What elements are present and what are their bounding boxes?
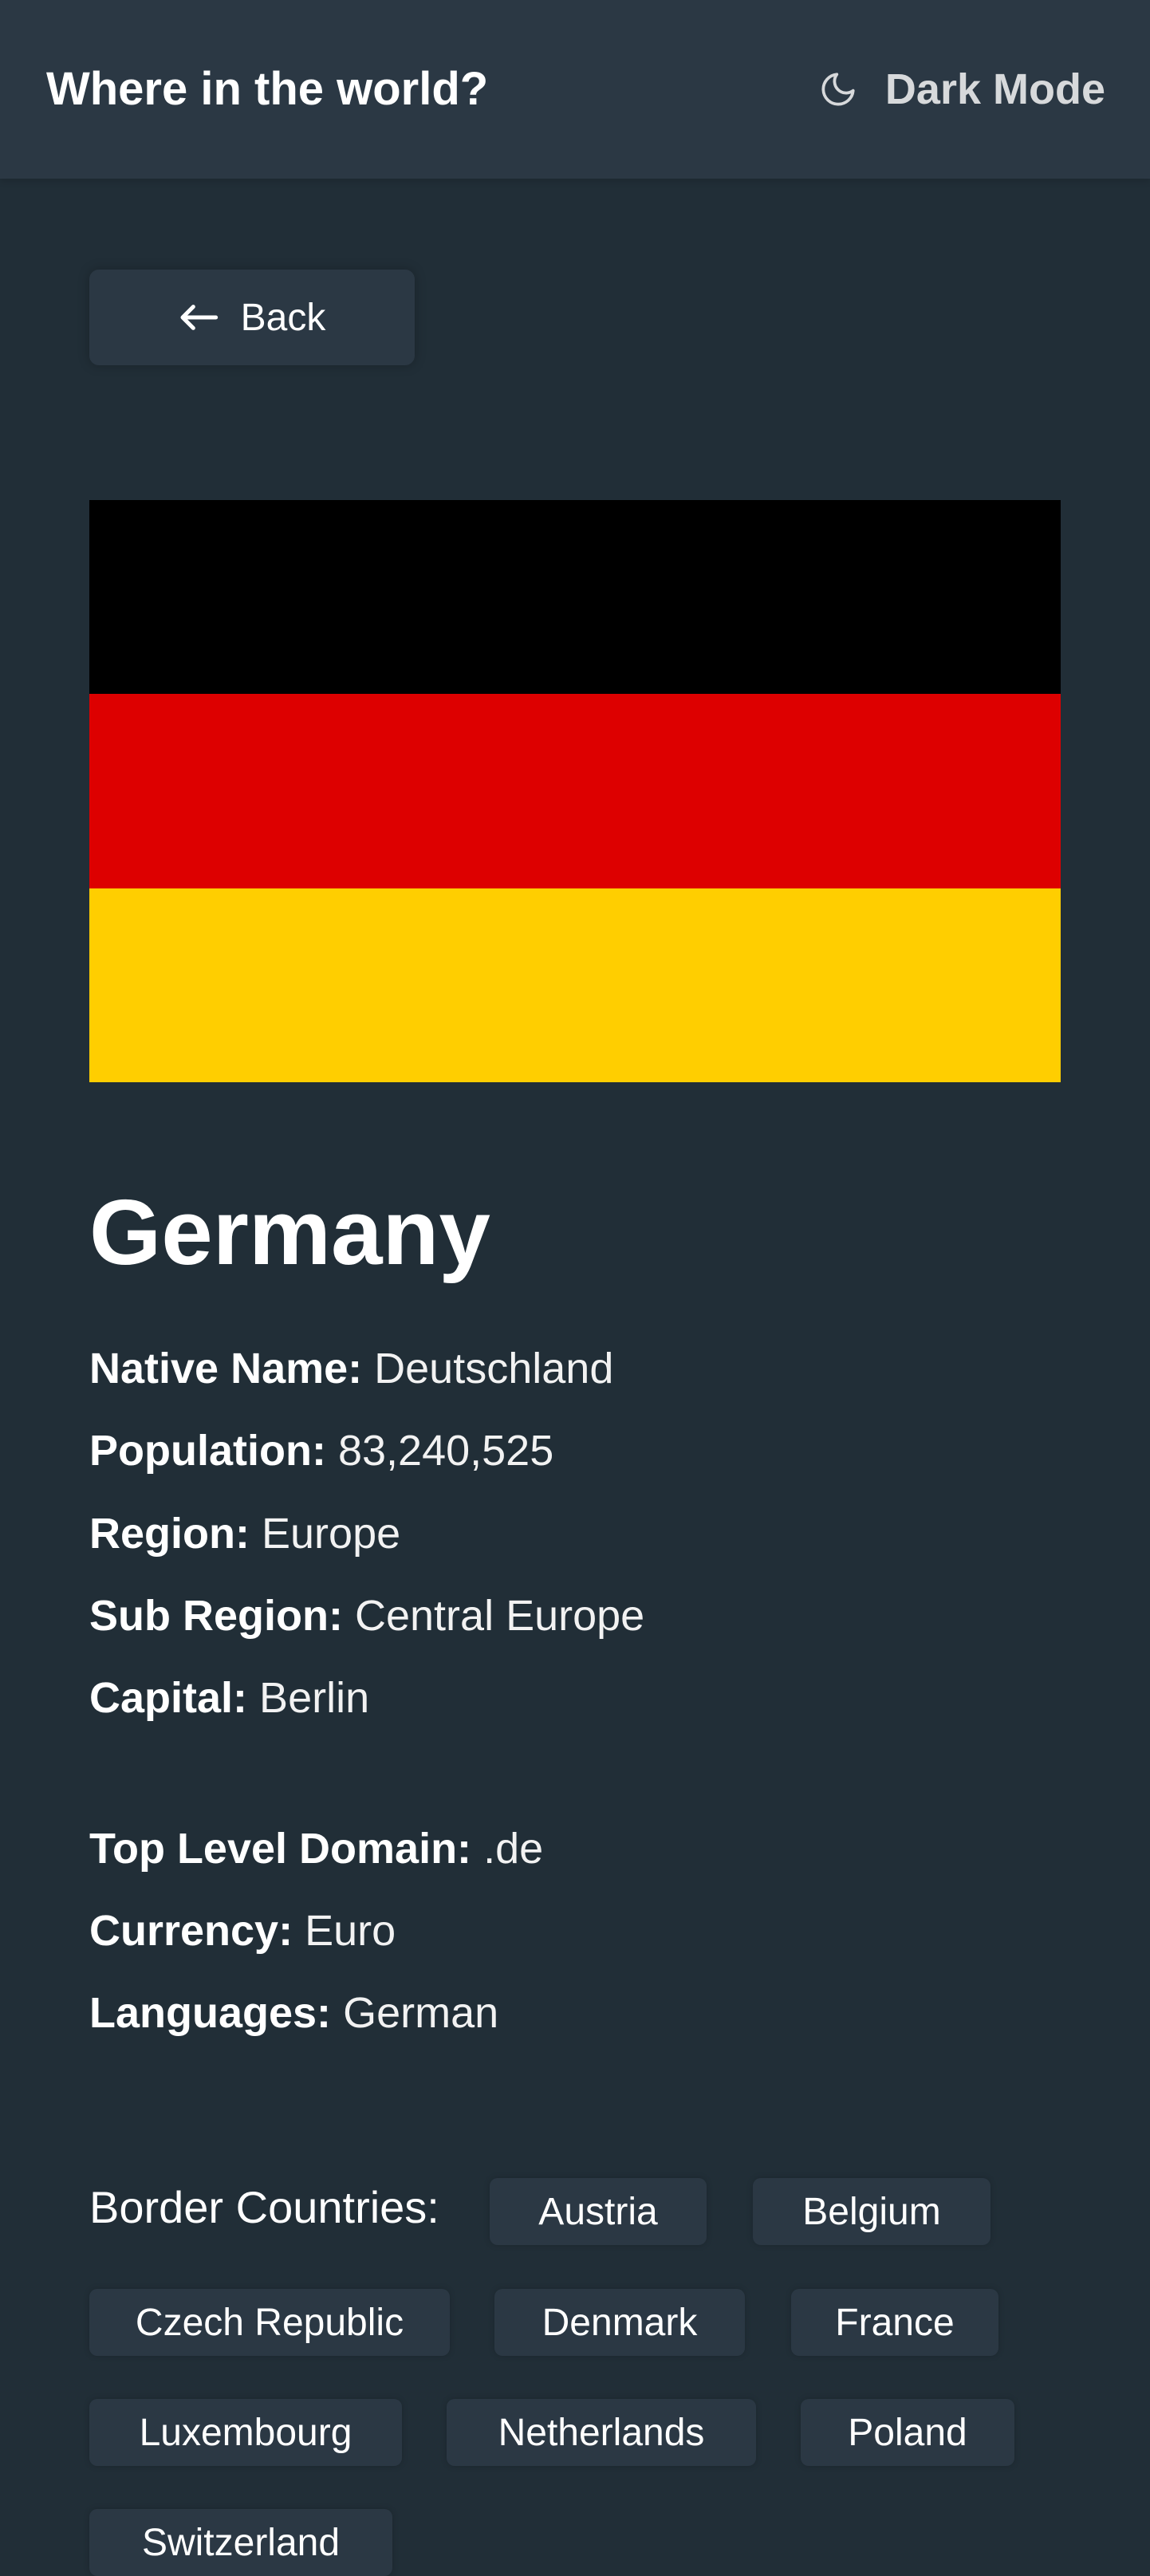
border-country-chip[interactable]: France — [791, 2289, 998, 2356]
border-country-chip[interactable]: Denmark — [494, 2289, 745, 2356]
capital-label: Capital: — [89, 1674, 248, 1722]
native-name-label: Native Name: — [89, 1345, 363, 1392]
border-country-chip[interactable]: Netherlands — [447, 2399, 756, 2466]
border-country-chip[interactable]: Luxembourg — [89, 2399, 402, 2466]
native-name-line: Native Name: Deutschland — [89, 1337, 613, 1400]
back-button-label: Back — [240, 296, 326, 339]
flag-stripe-black — [89, 500, 1061, 695]
country-flag — [89, 500, 1061, 1082]
currency-line: Currency: Euro — [89, 1899, 396, 1963]
top-level-domain-line: Top Level Domain: .de — [89, 1817, 543, 1881]
population-value: 83,240,525 — [337, 1427, 554, 1475]
dark-mode-label: Dark Mode — [884, 65, 1105, 113]
border-country-chip[interactable]: Czech Republic — [89, 2289, 450, 2356]
arrow-left-icon — [180, 305, 218, 330]
flag-stripe-gold — [89, 888, 1061, 1082]
top-level-domain-label: Top Level Domain: — [89, 1825, 472, 1873]
border-countries-label: Border Countries: — [89, 2182, 439, 2232]
region-value: Europe — [262, 1510, 401, 1558]
currency-label: Currency: — [89, 1907, 293, 1955]
currency-value: Euro — [305, 1907, 396, 1955]
site-title: Where in the world? — [46, 63, 489, 115]
flag-stripe-red — [89, 694, 1061, 888]
border-country-chip[interactable]: Switzerland — [89, 2509, 392, 2576]
moon-icon — [821, 73, 855, 106]
country-name: Germany — [89, 1180, 490, 1284]
sub-region-line: Sub Region: Central Europe — [89, 1584, 644, 1648]
native-name-value: Deutschland — [374, 1345, 614, 1392]
header: Where in the world? Dark Mode — [0, 0, 1150, 179]
back-button[interactable]: Back — [89, 270, 415, 365]
population-line: Population: 83,240,525 — [89, 1419, 553, 1483]
sub-region-value: Central Europe — [354, 1592, 645, 1640]
sub-region-label: Sub Region: — [89, 1592, 343, 1640]
population-label: Population: — [89, 1427, 326, 1475]
border-country-chip[interactable]: Austria — [490, 2178, 707, 2245]
top-level-domain-value: .de — [483, 1825, 544, 1873]
dark-mode-toggle[interactable]: Dark Mode — [818, 57, 1105, 121]
border-country-chip[interactable]: Poland — [801, 2399, 1014, 2466]
languages-label: Languages: — [89, 1989, 332, 2037]
capital-line: Capital: Berlin — [89, 1666, 369, 1730]
region-label: Region: — [89, 1510, 250, 1558]
languages-line: Languages: German — [89, 1981, 498, 2045]
languages-value: German — [343, 1989, 499, 2037]
region-line: Region: Europe — [89, 1502, 400, 1566]
border-country-chip[interactable]: Belgium — [753, 2178, 990, 2245]
capital-value: Berlin — [259, 1674, 370, 1722]
